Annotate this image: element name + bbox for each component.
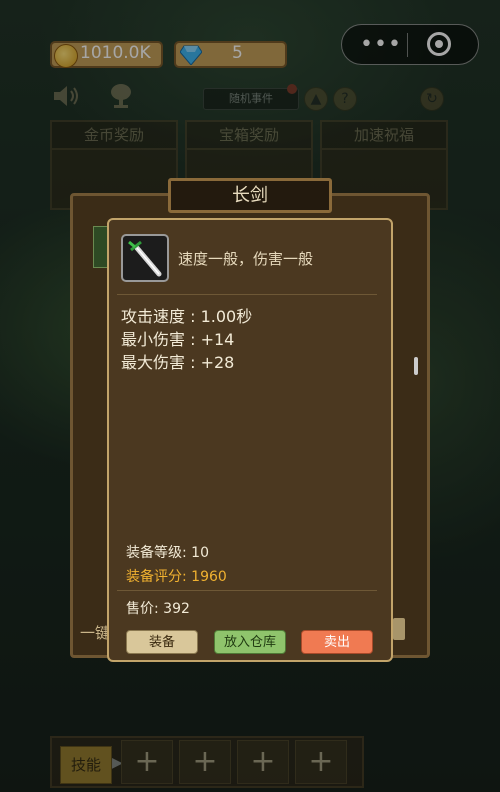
skill-bar-layer: 技能 ▶ + + + + bbox=[0, 0, 500, 792]
skill-button[interactable]: 技能 bbox=[60, 746, 112, 784]
skill-slot-add[interactable]: + bbox=[121, 740, 173, 784]
skill-slot-add[interactable]: + bbox=[237, 740, 289, 784]
skill-slot-add[interactable]: + bbox=[179, 740, 231, 784]
skill-slot-add[interactable]: + bbox=[295, 740, 347, 784]
